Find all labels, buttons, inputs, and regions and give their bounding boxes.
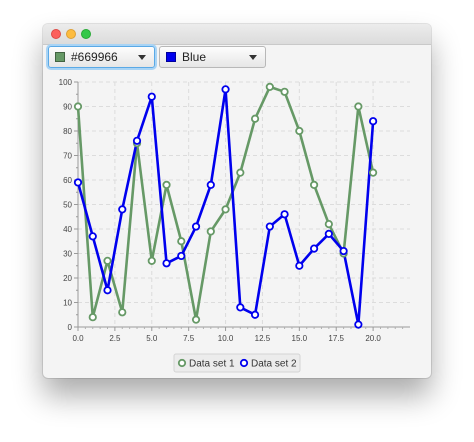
series-1-point[interactable] [88,313,97,322]
series-2-point[interactable] [280,210,289,219]
series-2-point[interactable] [309,244,319,253]
x-tick-label: 17.5 [328,334,344,343]
series-2-point[interactable] [250,310,260,319]
series-1-point[interactable] [221,205,230,214]
series-1-point[interactable] [73,102,83,111]
series-2-point[interactable] [88,232,97,241]
x-tick-label: 5.0 [146,334,158,343]
series-1-point[interactable] [324,220,333,229]
series-1-point[interactable] [354,102,363,111]
series-2-point[interactable] [236,303,245,312]
x-tick-label: 15.0 [292,334,308,343]
series-2-point[interactable] [191,222,201,231]
series-1-point[interactable] [236,168,245,177]
series-2-point[interactable] [118,205,127,214]
series-2-point[interactable] [206,180,215,189]
series-2-point[interactable] [162,259,171,268]
series-2-point[interactable] [324,229,333,238]
series-1-point[interactable] [191,315,201,324]
series-1-point[interactable] [162,180,171,189]
y-tick-label: 10 [63,299,72,308]
y-tick-label: 90 [63,103,72,112]
x-tick-label: 10.0 [218,334,234,343]
series-1-point[interactable] [147,256,156,265]
series-2-point[interactable] [265,222,274,231]
series-1-point[interactable] [265,82,274,92]
y-tick-label: 80 [63,127,72,136]
series-1-point[interactable] [250,114,260,123]
legend-label-series-2: Data set 2 [251,359,297,370]
line-chart: 0 10 20 30 40 50 60 70 80 90 100 0.0 2.5 5.0 7.5 10.0 12… [59,78,410,373]
series-2-point[interactable] [103,286,112,295]
series-1-point[interactable] [103,256,112,265]
series-2-point[interactable] [369,117,378,126]
x-tick-label: 0.0 [72,334,84,343]
legend-marker-series-1 [177,358,187,368]
y-tick-label: 20 [63,274,72,283]
series-2-point[interactable] [73,178,83,187]
series-1-point[interactable] [118,308,127,317]
legend-label-series-1: Data set 1 [189,359,235,370]
app-window: #669966 Blue 0 10 20 30 40 50 60 70 80 90 100 0.0 2.… [43,24,431,378]
series-1-point[interactable] [369,168,378,177]
series-2-point[interactable] [177,251,186,261]
series-2-point[interactable] [147,92,156,101]
series-1-point[interactable] [280,87,289,96]
series-1-point[interactable] [206,227,215,236]
series-2-point[interactable] [221,85,230,94]
y-tick-label: 70 [63,152,72,161]
y-tick-label: 100 [59,78,73,87]
series-2-point[interactable] [339,246,348,256]
y-tick-label: 40 [63,225,72,234]
x-tick-label: 12.5 [255,334,271,343]
series-2-point[interactable] [132,136,142,145]
series-2-point[interactable] [295,261,304,270]
y-tick-label: 50 [63,201,72,210]
y-tick-label: 30 [63,250,72,259]
series-1-point[interactable] [309,180,319,189]
series-2-point[interactable] [354,320,363,329]
x-tick-label: 7.5 [183,334,195,343]
legend-marker-series-2 [239,358,249,368]
series-1-point[interactable] [177,237,186,246]
series-1-point[interactable] [295,126,304,136]
x-tick-label: 20.0 [365,334,381,343]
y-tick-label: 0 [68,323,73,332]
x-tick-label: 2.5 [109,334,121,343]
y-tick-label: 60 [63,176,72,185]
